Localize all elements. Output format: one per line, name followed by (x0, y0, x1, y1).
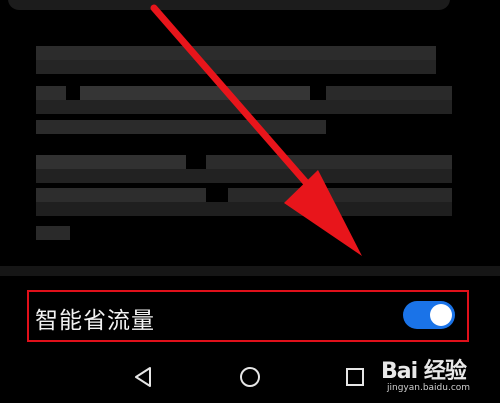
data-saver-toggle[interactable] (403, 301, 455, 329)
back-triangle-icon[interactable] (130, 362, 160, 392)
toggle-knob (430, 304, 452, 326)
smart-data-saver-setting-row[interactable]: 智能省流量 (27, 290, 469, 342)
section-divider (0, 266, 500, 276)
watermark-site: jingyan.baidu.com (387, 383, 471, 393)
home-circle-icon[interactable] (235, 362, 265, 392)
pixelated-description-text (0, 0, 500, 260)
setting-label: 智能省流量 (35, 308, 155, 334)
recents-square-icon[interactable] (340, 362, 370, 392)
watermark-brand: Bai 经验 (381, 359, 467, 384)
baidu-jingyan-watermark: Bai 经验 jingyan.baidu.com (381, 353, 497, 399)
